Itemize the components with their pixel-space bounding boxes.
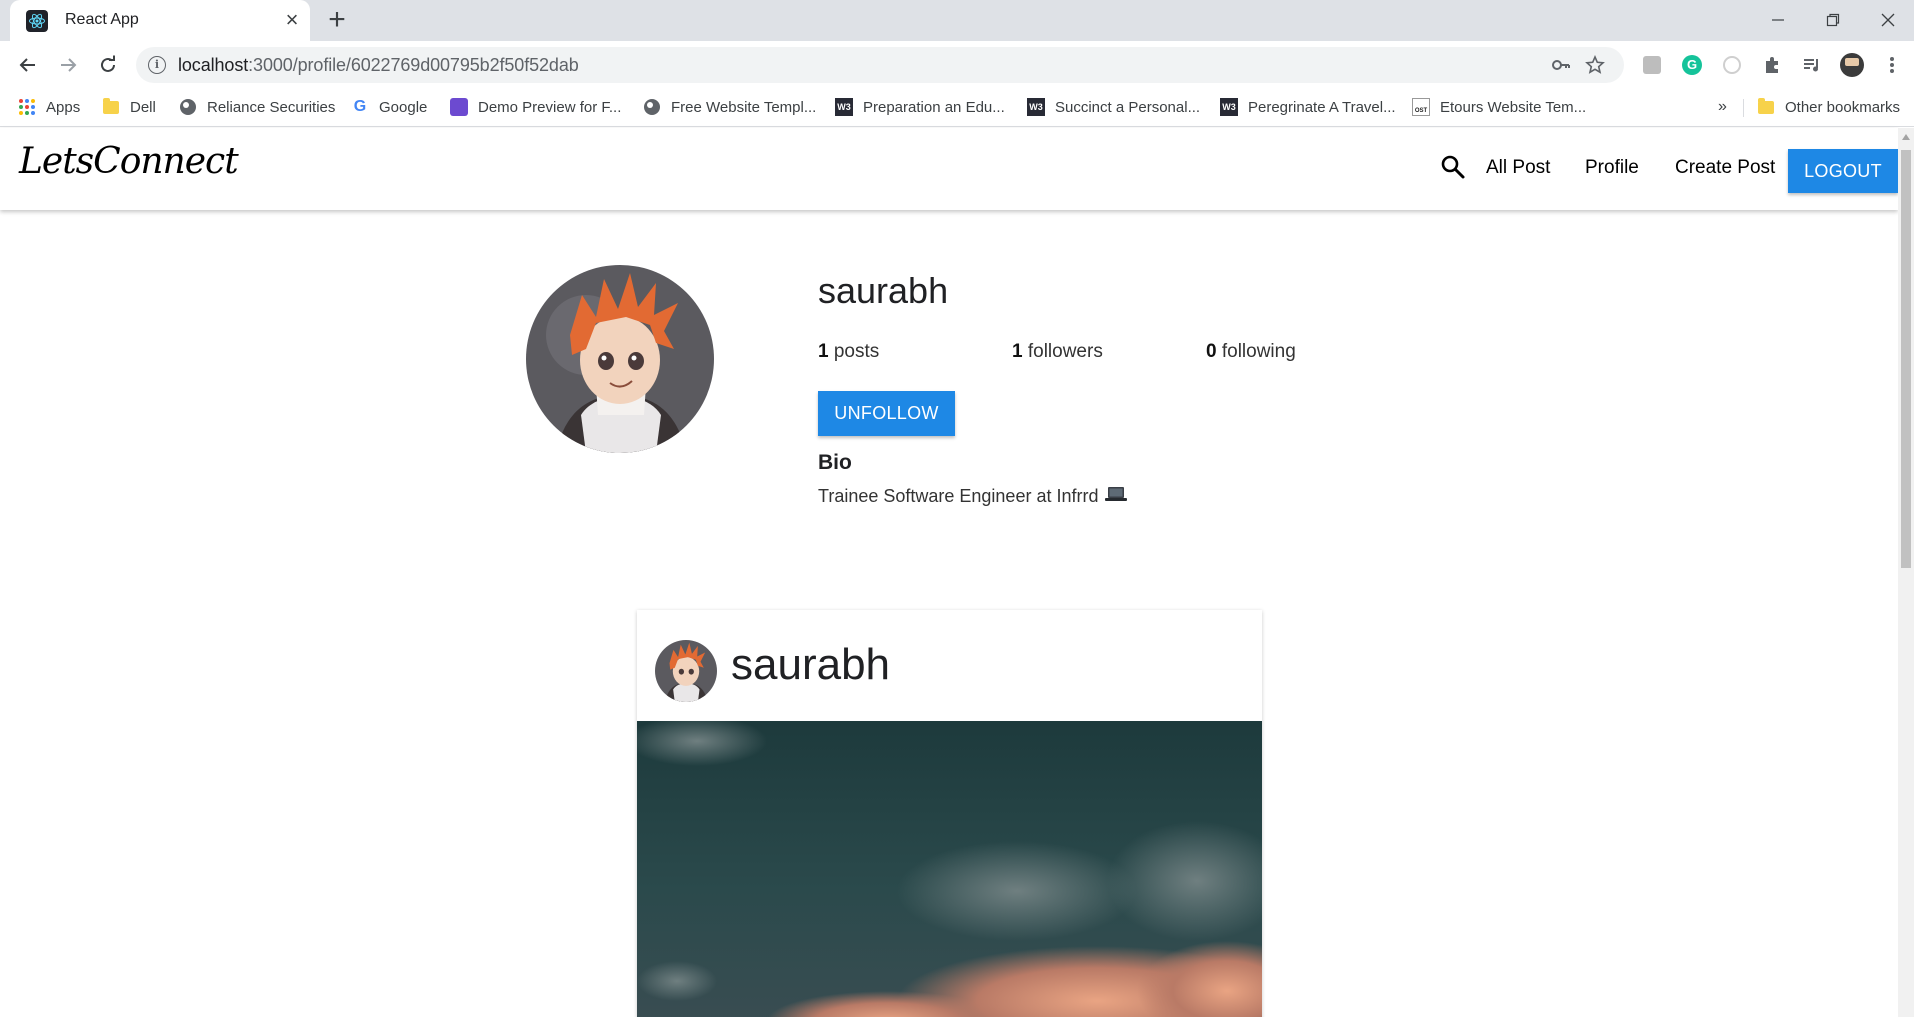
bookmark-label: Apps (46, 98, 81, 116)
restore-icon[interactable] (1813, 4, 1853, 36)
bookmarks-divider (1743, 99, 1744, 117)
react-favicon-icon (26, 10, 48, 32)
folder-icon (102, 97, 120, 116)
logout-button[interactable]: LOGOUT (1788, 149, 1898, 193)
extension-timer-icon[interactable] (1720, 53, 1744, 77)
bookmark-label: Free Website Templ... (671, 98, 817, 116)
bookmark-succinct[interactable]: W3 Succinct a Personal... (1027, 93, 1200, 121)
profile-avatar-icon[interactable] (1840, 53, 1864, 77)
demo-icon (450, 98, 468, 116)
posts-count: 1 (818, 341, 829, 362)
page-scrollbar[interactable] (1898, 128, 1914, 1017)
nav-create-post[interactable]: Create Post (1675, 157, 1775, 179)
w3-icon: W3 (1027, 98, 1045, 116)
bio-text: Trainee Software Engineer at Infrrd (818, 486, 1099, 506)
followers-stat: 1 followers (1012, 341, 1103, 363)
followers-label: followers (1027, 341, 1103, 362)
posts-label: posts (833, 341, 880, 362)
bookmark-label: Preparation an Edu... (863, 98, 1005, 116)
following-count: 0 (1206, 341, 1217, 362)
laptop-icon (1105, 486, 1128, 507)
profile-username: saurabh (818, 270, 949, 311)
new-tab-icon[interactable]: + (322, 5, 352, 36)
bookmark-peregrinate[interactable]: W3 Peregrinate A Travel... (1220, 93, 1396, 121)
bookmark-label: Dell (130, 98, 156, 116)
bookmarks-overflow-icon[interactable]: » (1718, 93, 1727, 121)
post-header: saurabh (637, 610, 1262, 721)
tab-close-icon[interactable]: × (280, 8, 304, 32)
nav-profile[interactable]: Profile (1585, 157, 1639, 179)
bookmark-label: Demo Preview for F... (478, 98, 622, 116)
url-text[interactable]: localhost:3000/profile/6022769d00795b2f5… (178, 55, 579, 76)
tab-title: React App (65, 11, 139, 28)
bookmarks-bar: Apps Dell Reliance Securities G Google D… (0, 89, 1914, 127)
window-close-icon[interactable] (1868, 4, 1908, 36)
bookmark-label: Succinct a Personal... (1055, 98, 1201, 116)
browser-toolbar: i localhost:3000/profile/6022769d00795b2… (0, 41, 1914, 89)
bookmark-dell[interactable]: Dell (102, 93, 156, 121)
google-icon: G (353, 98, 367, 115)
bookmark-label: Other bookmarks (1785, 98, 1901, 116)
url-host: localhost (178, 55, 249, 75)
scroll-up-arrow-icon[interactable] (1902, 134, 1910, 140)
browser-tab[interactable]: React App × (10, 0, 310, 41)
unfollow-button[interactable]: UNFOLLOW (818, 391, 955, 436)
bio-text-row: Trainee Software Engineer at Infrrd (818, 486, 1128, 507)
browser-tab-strip: React App × + (0, 0, 1914, 41)
chrome-menu-icon[interactable] (1880, 53, 1904, 77)
media-control-icon[interactable] (1800, 53, 1824, 77)
minimize-icon[interactable] (1758, 4, 1798, 36)
apps-grid-icon (18, 98, 36, 116)
reload-icon[interactable] (92, 49, 124, 81)
forward-icon[interactable] (52, 49, 84, 81)
globe-icon (179, 98, 197, 116)
posts-stat: 1 posts (818, 341, 879, 363)
folder-icon (1757, 97, 1775, 116)
profile-avatar (526, 265, 714, 453)
bookmark-star-icon[interactable] (1584, 54, 1606, 76)
post-image (637, 721, 1262, 1017)
bookmark-label: Etours Website Tem... (1440, 98, 1587, 116)
extensions-puzzle-icon[interactable] (1760, 53, 1784, 77)
post-card: saurabh (637, 610, 1262, 1017)
nav-all-post[interactable]: All Post (1486, 157, 1550, 179)
url-path: :3000/profile/6022769d00795b2f50f52dab (248, 55, 579, 75)
bookmark-apps[interactable]: Apps (18, 93, 80, 121)
bookmark-preparation[interactable]: W3 Preparation an Edu... (835, 93, 1005, 121)
bookmark-label: Reliance Securities (207, 98, 336, 116)
app-navbar: LetsConnect All Post Profile Create Post… (0, 128, 1898, 210)
ost-icon: OST (1412, 98, 1430, 116)
followers-count: 1 (1012, 341, 1023, 362)
globe-icon (643, 98, 661, 116)
scrollbar-thumb[interactable] (1901, 150, 1911, 568)
back-icon[interactable] (12, 49, 44, 81)
post-author-avatar[interactable] (655, 640, 717, 702)
following-label: following (1221, 341, 1296, 362)
bio-heading: Bio (818, 451, 852, 474)
bookmark-label: Peregrinate A Travel... (1248, 98, 1396, 116)
bookmark-label: Google (379, 98, 428, 116)
address-bar[interactable]: i localhost:3000/profile/6022769d00795b2… (136, 47, 1624, 83)
extension-gray-icon[interactable] (1640, 53, 1664, 77)
key-icon[interactable] (1550, 54, 1572, 76)
grammarly-icon[interactable]: G (1680, 53, 1704, 77)
post-author-name[interactable]: saurabh (731, 640, 890, 690)
bookmark-google[interactable]: G Google (351, 93, 428, 121)
search-icon[interactable] (1440, 154, 1466, 180)
bookmark-demo-preview[interactable]: Demo Preview for F... (450, 93, 621, 121)
w3-icon: W3 (835, 98, 853, 116)
app-logo[interactable]: LetsConnect (19, 141, 239, 182)
bookmark-free-website-templates[interactable]: Free Website Templ... (643, 93, 816, 121)
bookmark-etours[interactable]: OST Etours Website Tem... (1412, 93, 1586, 121)
w3-icon: W3 (1220, 98, 1238, 116)
site-info-icon[interactable]: i (148, 56, 166, 74)
bookmark-reliance-securities[interactable]: Reliance Securities (179, 93, 335, 121)
following-stat: 0 following (1206, 341, 1296, 363)
bookmark-other-bookmarks[interactable]: Other bookmarks (1757, 93, 1900, 121)
